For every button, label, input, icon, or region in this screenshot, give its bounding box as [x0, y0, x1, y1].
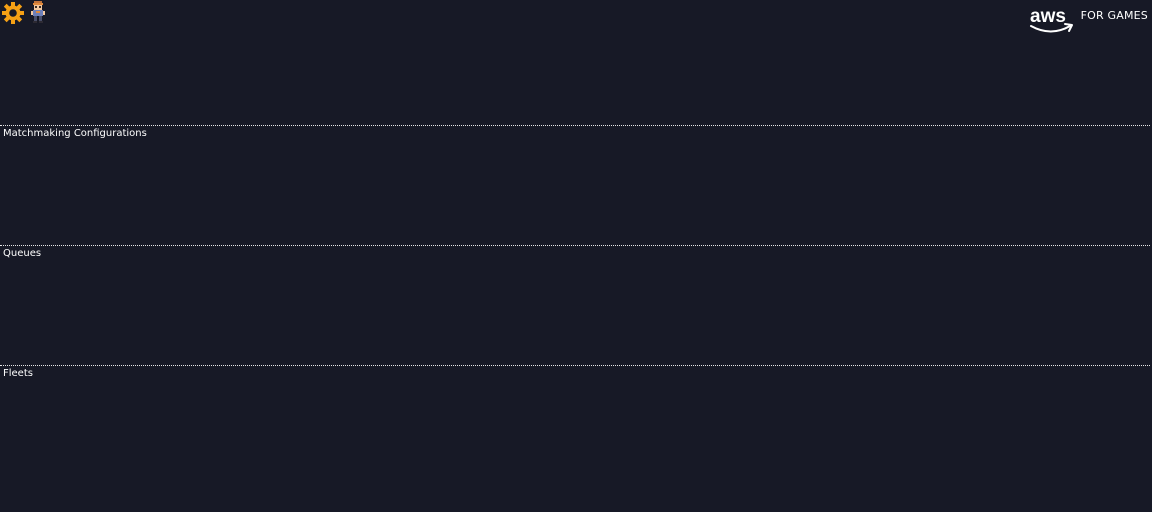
player-button[interactable] — [29, 1, 47, 23]
aws-logo: aws — [1029, 6, 1073, 33]
player-avatar-icon — [31, 1, 45, 23]
gear-icon — [2, 2, 24, 24]
svg-text:aws: aws — [1030, 6, 1066, 27]
section-title: Queues — [3, 248, 42, 259]
brand-tagline: FOR GAMES — [1080, 9, 1148, 22]
game-dashboard: aws FOR GAMES Matchmaking Configurations… — [0, 0, 1152, 512]
matchmaking-configurations-section: Matchmaking Configurations — [0, 125, 1150, 245]
queues-section: Queues — [0, 245, 1150, 365]
section-title: Fleets — [3, 368, 33, 379]
brand-logo: aws FOR GAMES — [1029, 4, 1148, 34]
section-title: Matchmaking Configurations — [3, 128, 147, 139]
settings-button[interactable] — [2, 2, 24, 24]
fleets-section: Fleets — [0, 365, 1150, 512]
